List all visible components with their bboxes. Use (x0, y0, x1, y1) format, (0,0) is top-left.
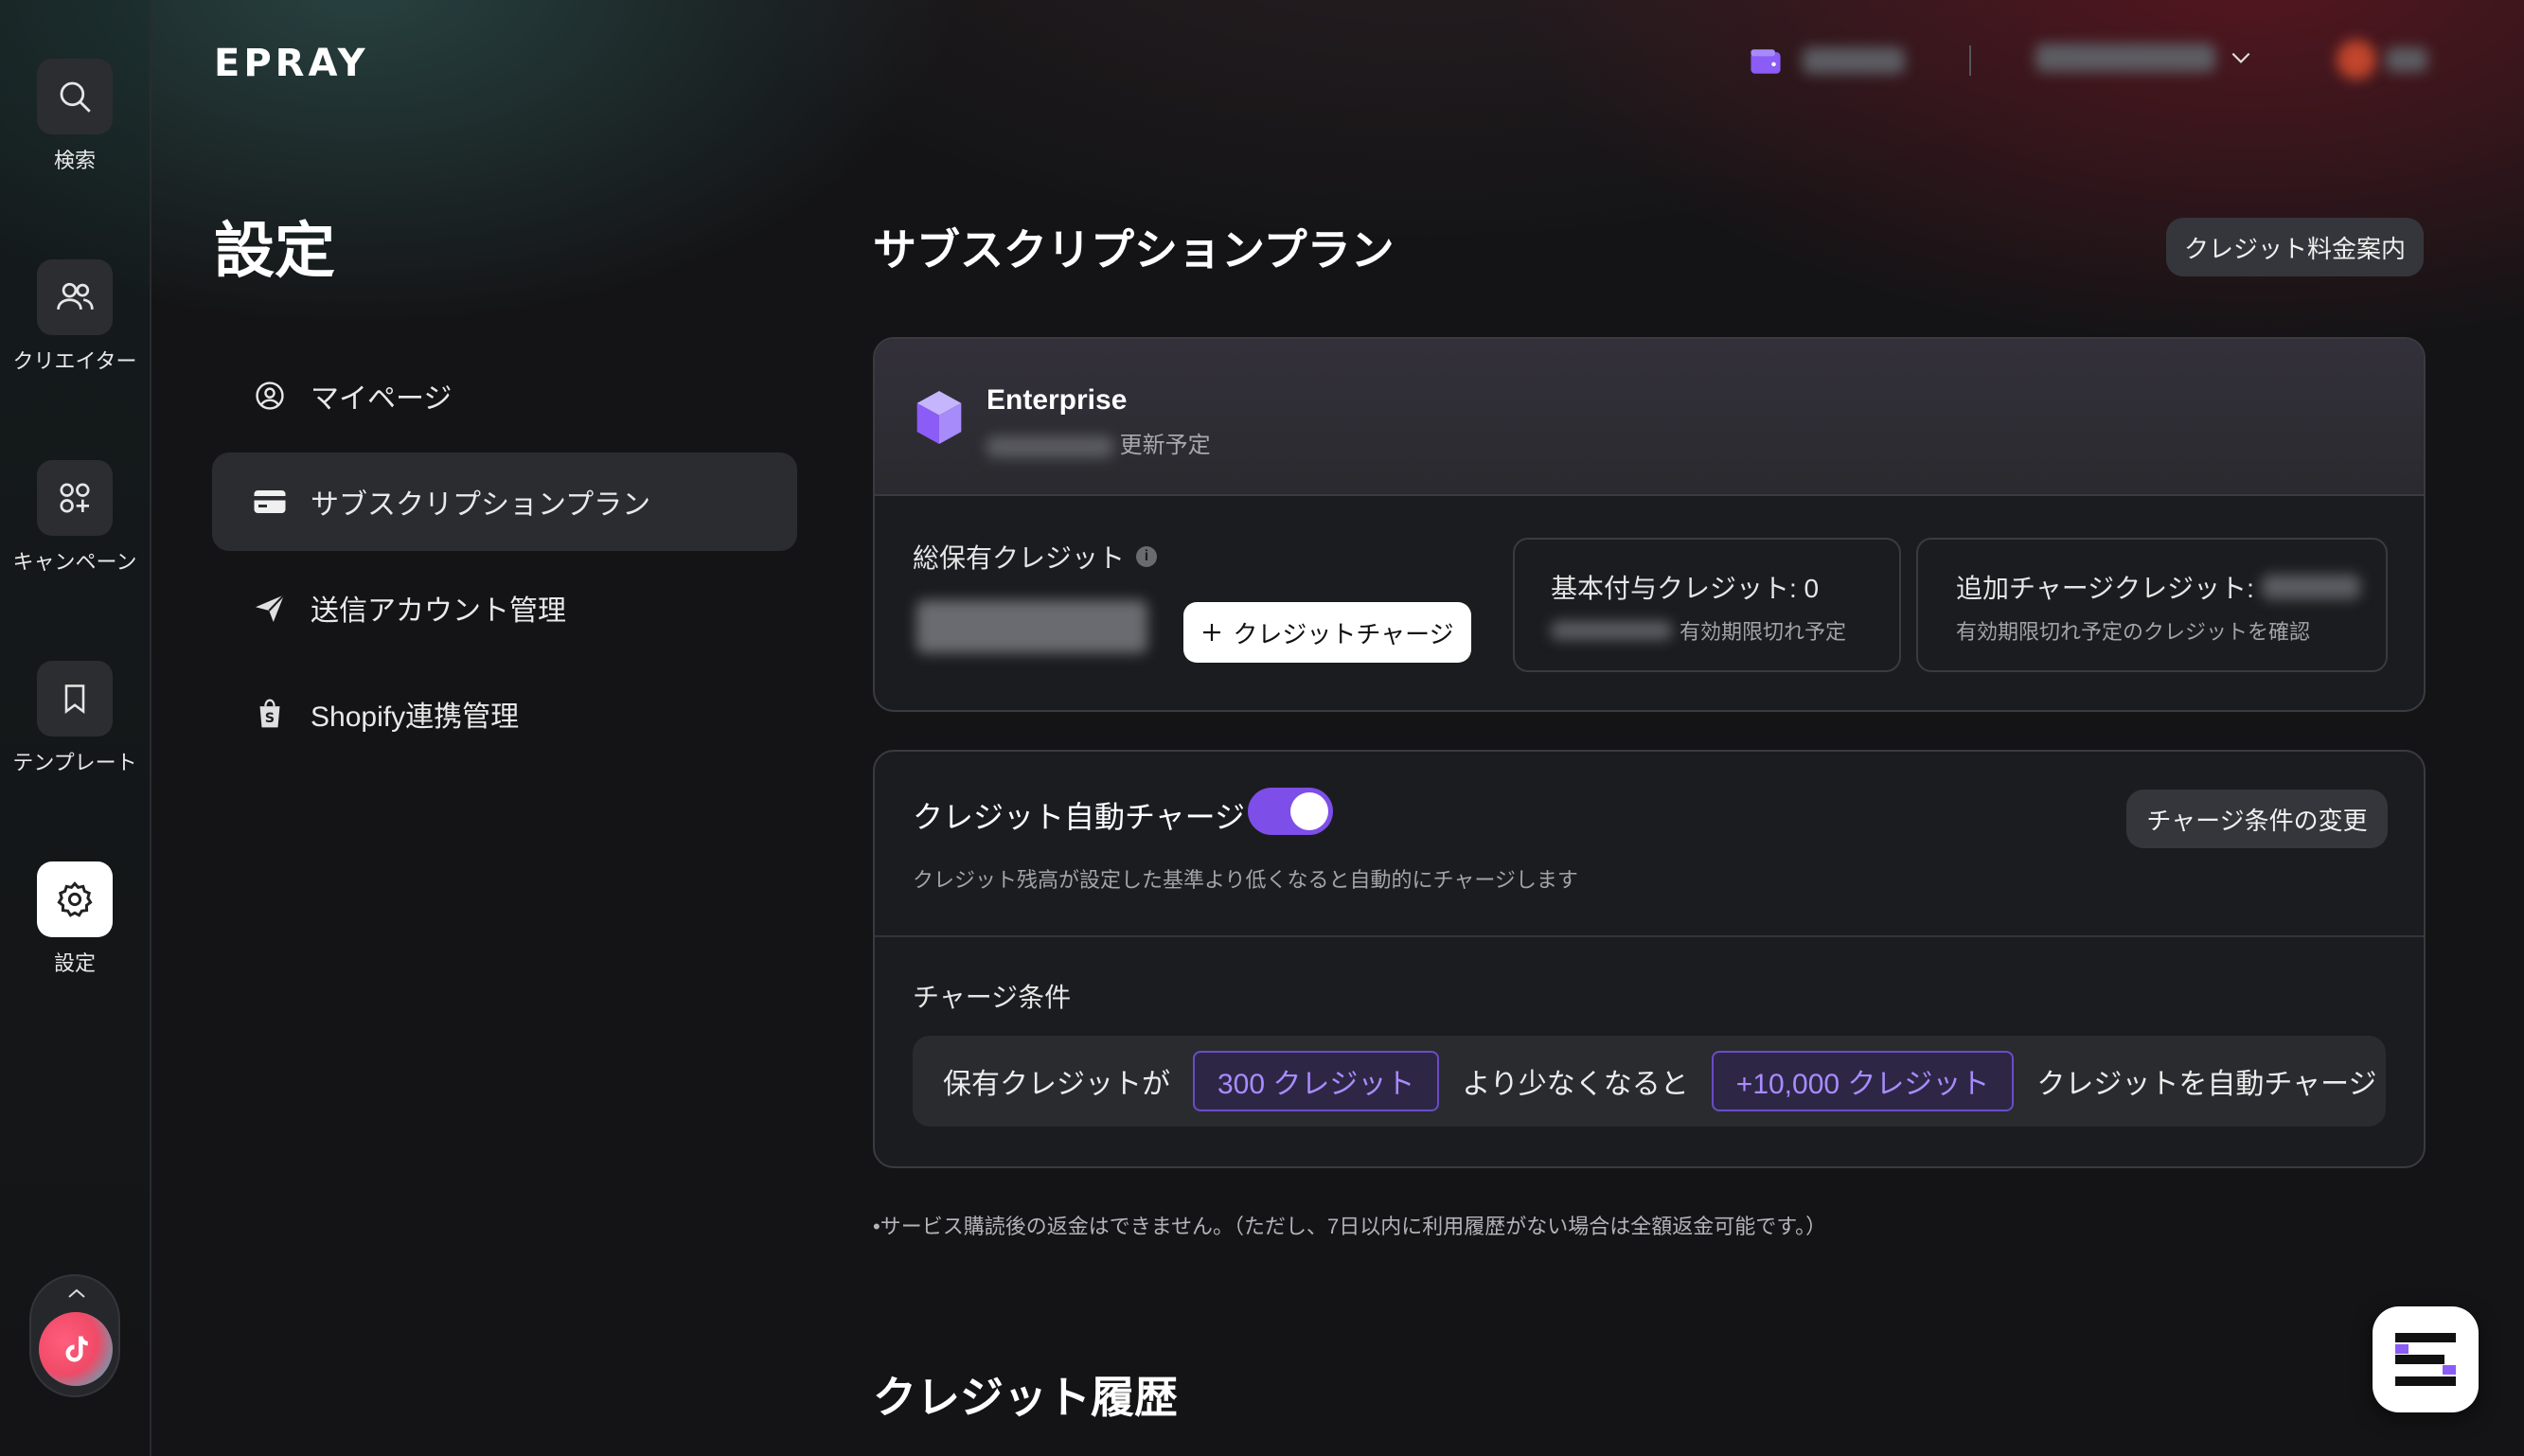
wallet-balance[interactable] (1750, 47, 1906, 80)
credit-pricing-button[interactable]: クレジット料金案内 (2166, 218, 2424, 276)
extra-credit-box[interactable]: 追加チャージクレジット: 有効期限切れ予定のクレジットを確認 (1916, 538, 2388, 672)
gear-icon (37, 861, 113, 937)
rail-label: キャンペーン (12, 550, 137, 574)
avatar (2337, 40, 2376, 80)
plan-card: Enterprise 更新予定 総保有クレジット i クレジットチャージ 基本付… (873, 337, 2426, 712)
rail-item-template[interactable]: テンプレート (0, 661, 150, 776)
plus-icon (1203, 624, 1221, 641)
epray-logo-icon (2395, 1333, 2456, 1386)
user-circle-icon (252, 378, 288, 414)
divider (875, 935, 2424, 937)
section-title: サブスクリプションプラン (873, 225, 1395, 275)
total-credit-label: 総保有クレジット (913, 543, 1126, 573)
base-credit-expiry: 有効期限切れ予定 (1551, 615, 1846, 646)
base-expiry-redacted (1551, 621, 1672, 640)
chevron-up-icon (68, 1288, 85, 1298)
chevron-down-icon (2231, 52, 2250, 63)
rail-label: クリエイター (12, 349, 137, 373)
renewal-date-redacted (986, 435, 1113, 457)
wallet-amount-redacted (1803, 47, 1906, 74)
nav-item-mypage[interactable]: マイページ (212, 346, 797, 445)
cube-icon (916, 391, 962, 444)
auto-charge-card: クレジット自動チャージ クレジット残高が設定した基準より低くなると自動的にチャー… (873, 750, 2426, 1168)
workspace-name-redacted (2035, 44, 2215, 72)
total-credit-label-row: 総保有クレジット i (913, 538, 1158, 576)
user-menu[interactable] (2337, 40, 2427, 80)
brand-logo[interactable]: EPRAY (214, 42, 369, 85)
condition-prefix: 保有クレジットが (943, 1069, 1170, 1100)
extra-credit-sub[interactable]: 有効期限切れ予定のクレジットを確認 (1956, 615, 2310, 646)
credit-charge-label: クレジットチャージ (1233, 619, 1454, 648)
rail-item-campaign[interactable]: キャンペーン (0, 460, 150, 576)
condition-mid: より少なくなると (1462, 1069, 1689, 1100)
user-name-redacted (2386, 47, 2427, 72)
shopify-bag-icon: S (252, 696, 288, 732)
left-rail: 検索 クリエイター キャンペーン テンプレート 設定 (0, 0, 151, 1456)
svg-text:S: S (265, 711, 275, 726)
threshold-chip[interactable]: 300 クレジット (1193, 1051, 1440, 1111)
rail-item-search[interactable]: 検索 (0, 59, 150, 174)
rail-label: 設定 (53, 951, 96, 975)
extra-credit-label-row: 追加チャージクレジット: (1956, 568, 2360, 606)
base-credit-label: 基本付与クレジット: 0 (1551, 574, 1820, 603)
users-icon (37, 259, 113, 335)
credit-card-icon (252, 484, 288, 520)
account-switcher[interactable] (29, 1274, 120, 1397)
condition-suffix: クレジットを自動チャージ (2036, 1069, 2377, 1100)
auto-charge-toggle[interactable] (1248, 788, 1333, 835)
bookmark-icon (37, 661, 113, 737)
send-icon (252, 590, 288, 626)
auto-charge-title: クレジット自動チャージ (913, 800, 1246, 834)
charge-condition-row: 保有クレジットが 300 クレジット より少なくなると +10,000 クレジッ… (913, 1036, 2386, 1127)
help-chat-button[interactable] (2373, 1306, 2479, 1412)
info-icon[interactable]: i (1136, 546, 1158, 567)
charge-conditions-title: チャージ条件 (913, 983, 1072, 1012)
renewal-suffix: 更新予定 (1119, 433, 1211, 458)
page-title: 設定 (214, 217, 335, 285)
rail-item-creators[interactable]: クリエイター (0, 259, 150, 375)
credit-history-title: クレジット履歴 (873, 1373, 1178, 1422)
base-credit-sub: 有効期限切れ予定 (1680, 620, 1847, 644)
nav-item-send-accounts[interactable]: 送信アカウント管理 (212, 559, 797, 657)
plan-name: Enterprise (986, 384, 1128, 416)
nav-item-label: Shopify連携管理 (311, 701, 520, 733)
extra-credit-value-redacted (2261, 575, 2360, 599)
auto-charge-description: クレジット残高が設定した基準より低くなると自動的にチャージします (913, 868, 1578, 892)
search-icon (37, 59, 113, 134)
total-credit-value-redacted (916, 600, 1147, 653)
header-divider (1969, 45, 1971, 76)
plan-renewal: 更新予定 (986, 426, 1211, 459)
extra-credit-label: 追加チャージクレジット: (1956, 574, 2254, 603)
nav-item-label: 送信アカウント管理 (311, 595, 566, 627)
base-credit-box: 基本付与クレジット: 0 有効期限切れ予定 (1513, 538, 1901, 672)
plan-header: Enterprise 更新予定 (875, 339, 2424, 496)
rail-label: 検索 (53, 149, 96, 172)
toggle-knob (1290, 792, 1328, 830)
refund-note: •サービス購読後の返金はできません。（ただし、7日以内に利用履歴がない場合は全額… (873, 1215, 1827, 1238)
nav-item-subscription[interactable]: サブスクリプションプラン (212, 453, 797, 551)
rail-label: テンプレート (12, 751, 137, 774)
apps-icon (37, 460, 113, 536)
amount-chip[interactable]: +10,000 クレジット (1711, 1051, 2015, 1111)
credit-charge-button[interactable]: クレジットチャージ (1183, 602, 1471, 663)
tiktok-icon (39, 1312, 113, 1386)
settings-nav: マイページ サブスクリプションプラン 送信アカウント管理 S Shopify連携… (212, 346, 797, 771)
nav-item-label: マイページ (311, 383, 453, 415)
wallet-icon (1751, 49, 1781, 74)
rail-item-settings[interactable]: 設定 (0, 861, 150, 977)
change-conditions-button[interactable]: チャージ条件の変更 (2126, 790, 2388, 848)
nav-item-label: サブスクリプションプラン (311, 489, 651, 521)
workspace-selector[interactable] (2035, 44, 2253, 72)
nav-item-shopify[interactable]: S Shopify連携管理 (212, 665, 797, 763)
